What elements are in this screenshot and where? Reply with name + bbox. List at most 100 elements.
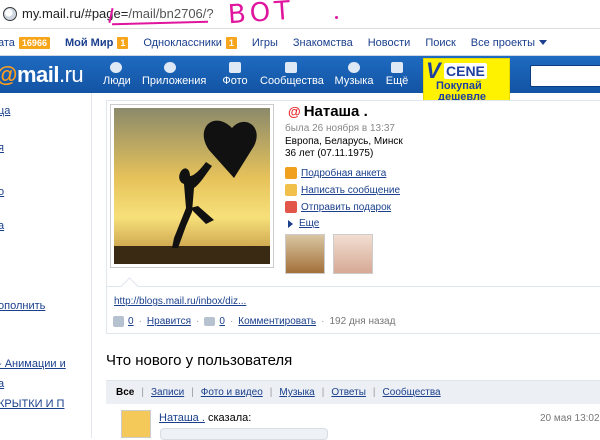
header-photo[interactable]: Фото [222,62,248,90]
apps-icon [164,62,176,73]
detailed-profile-link[interactable]: Подробная анкета [285,167,386,179]
profile-name-text: Наташа . [303,103,368,120]
header-music-label: Музыка [334,75,374,87]
header-people[interactable]: Люди [103,62,131,90]
url-path: /mail/bn2706/? [128,6,214,21]
comment-button[interactable]: Комментировать [238,316,316,327]
tab-photo-video[interactable]: Фото и видео [201,387,263,398]
address-bar[interactable]: my.mail.ru/#page=/mail/bn2706/? ВОТ [0,0,600,30]
sidebar-item[interactable]: а [0,220,4,232]
status-link[interactable]: http://blogs.mail.ru/inbox/diz... [114,296,246,307]
status-box: http://blogs.mail.ru/inbox/diz... 0 · Нр… [106,286,600,334]
search-input[interactable] [530,65,600,87]
annotation-underline [111,20,209,26]
header-communities[interactable]: Сообщества [260,62,324,90]
sidebar-item[interactable]: а [0,378,4,390]
music-icon [348,62,360,73]
triangle-right-icon [288,219,293,228]
separator-dot: · [321,316,325,327]
feed-author-link[interactable]: Наташа . [159,412,205,424]
tab-communities[interactable]: Сообщества [383,387,441,398]
comment-bubble-icon[interactable] [204,317,216,326]
friend-thumb-squirrel[interactable] [285,234,325,274]
tab-divider: | [269,387,273,398]
mail-ru-logo[interactable]: @mail.ru [0,62,84,88]
separator-dot: · [196,316,200,327]
topnav-odnoklassniki[interactable]: Одноклассники 1 [143,36,237,49]
topnav-news[interactable]: Новости [368,37,411,49]
sidebar-item[interactable]: ополнить [0,300,45,312]
communities-icon [285,62,297,73]
tab-posts[interactable]: Записи [151,387,184,398]
header-apps-label: Приложения [142,75,207,87]
feed-message-bubble [160,428,328,440]
separator-dot: · [229,316,234,327]
main-header: @mail.ru Люди Приложения Фото Сообщества… [0,56,600,93]
age: 36 лет (07.11.1975) [285,148,374,159]
my-world-badge: 1 [117,36,129,49]
url-text[interactable]: my.mail.ru/#page=/mail/bn2706/? [22,6,214,21]
likes-count[interactable]: 0 [128,316,134,327]
tab-answers[interactable]: Ответы [331,387,366,398]
comments-count[interactable]: 0 [219,316,225,327]
tab-music[interactable]: Музыка [279,387,314,398]
envelope-icon [285,184,297,196]
send-gift-label: Отправить подарок [301,201,392,213]
topnav-search[interactable]: Поиск [425,37,455,49]
info-icon [285,167,297,179]
header-communities-label: Сообщества [260,75,324,87]
feed-tabs: Все | Записи | Фото и видео | Музыка | Ответ… [106,380,600,404]
topnav-my-world[interactable]: Мой Мир 1 [64,36,129,49]
location: Европа, Беларусь, Минск [285,136,403,147]
write-message-link[interactable]: Написать сообщение [285,184,400,196]
left-sidebar: ца я о а ополнить - Анимации и а КРЫТКИ … [0,93,92,438]
sidebar-item[interactable]: я [0,142,4,154]
header-photo-label: Фото [222,75,248,87]
feed-entry-header: Наташа . сказала: [159,412,251,424]
sidebar-item[interactable]: ца [0,105,10,117]
send-gift-link[interactable]: Отправить подарок [285,201,391,213]
promo-brand: CENE [444,63,487,79]
logo-text: mail [16,62,60,87]
sidebar-item[interactable]: о [0,186,4,198]
friend-thumb-face[interactable] [333,234,373,274]
like-button[interactable]: Нравится [147,316,191,327]
profile-photo[interactable] [110,104,274,268]
logo-at: @ [0,62,17,87]
profile-name: @ Наташа . [288,103,368,120]
gift-icon [285,201,297,213]
tab-divider: | [321,387,325,398]
topnav-games[interactable]: Игры [252,37,278,49]
feed-title: Что нового у пользователя [106,352,293,369]
header-more[interactable]: Ещё [385,62,409,90]
sidebar-item[interactable]: - Анимации и [0,358,66,370]
header-more-label: Ещё [385,75,409,87]
top-nav: ата 16966 Мой Мир 1 Одноклассники 1 Игры Зн… [0,30,600,56]
status-age: 192 дня назад [329,316,396,327]
topnav-mail[interactable]: ата 16966 [0,36,50,49]
feed-avatar[interactable] [121,410,151,438]
topnav-odnoklassniki-label: Одноклассники [143,36,222,49]
topnav-dating[interactable]: Знакомства [293,37,353,49]
header-apps[interactable]: Приложения [142,62,206,90]
tab-all[interactable]: Все [116,387,134,398]
promo-banner[interactable]: V CENE Покупай дешевле [423,58,510,104]
topnav-my-world-label: Мой Мир [64,36,114,49]
tab-divider: | [141,387,144,398]
photo-icon [229,62,241,73]
people-icon [110,62,122,73]
feed-action-text: сказала: [207,412,252,424]
profile-card: @ Наташа . была 26 ноября в 13:37 Европа,… [106,100,600,290]
thumbs-up-icon[interactable] [113,316,124,327]
write-message-label: Написать сообщение [301,184,401,196]
header-people-label: Люди [103,75,131,87]
mail-count-badge: 16966 [18,36,50,49]
feed-timestamp: 20 мая 13:02 [540,413,600,424]
more-dots-icon [391,62,403,73]
header-music[interactable]: Музыка [334,62,374,90]
tab-divider: | [191,387,194,398]
mail-at-icon: @ [288,104,301,119]
more-link[interactable]: Еще [285,218,319,229]
sidebar-item[interactable]: КРЫТКИ И П [0,398,64,410]
topnav-all-projects[interactable]: Все проекты [471,37,547,49]
